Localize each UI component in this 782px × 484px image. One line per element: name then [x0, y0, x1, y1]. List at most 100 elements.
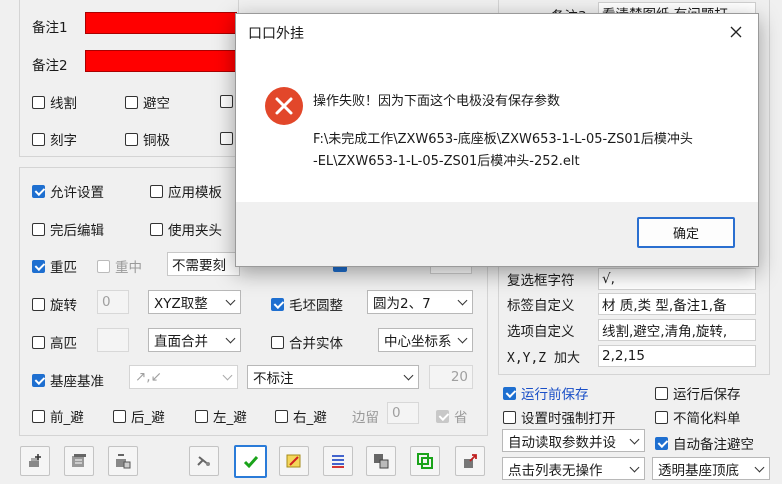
layers-icon: [417, 453, 433, 469]
apply-template-checkbox[interactable]: 应用模板: [150, 181, 222, 201]
no-simplify-checkbox[interactable]: 不简化料单: [655, 407, 741, 427]
base-ref-label: 基座基准: [50, 374, 104, 390]
left-avoid-label: 左_避: [213, 410, 247, 426]
margin-label: 边留: [352, 410, 379, 426]
save-before-label: 运行前保存: [521, 387, 589, 403]
use-clamp-label: 使用夹头: [168, 223, 222, 239]
option-custom-field[interactable]: 线割,避空,清角,旋转,: [598, 319, 756, 341]
face-merge-select[interactable]: 直面合并: [148, 328, 241, 352]
merge-solid-checkbox[interactable]: 合并实体: [271, 332, 343, 352]
properties-button[interactable]: [64, 446, 94, 476]
add-to-list-button[interactable]: [20, 446, 50, 476]
add-to-list-icon: [29, 454, 41, 467]
allow-settings-checkbox[interactable]: 允许设置: [32, 181, 104, 201]
num-20-input[interactable]: 20: [429, 365, 473, 389]
use-clamp-checkbox[interactable]: 使用夹头: [150, 219, 222, 239]
checkbox-char-label: 复选框字符: [507, 273, 575, 289]
click-list-select[interactable]: 点击列表无操作: [502, 457, 645, 480]
option-custom-label: 选项自定义: [507, 324, 575, 340]
force-open-checkbox[interactable]: 设置时强制打开: [503, 407, 616, 427]
hidden-checkbox-1[interactable]: [220, 95, 233, 108]
height-match-checkbox[interactable]: 高匹: [32, 332, 77, 352]
rotate-input[interactable]: 0: [97, 290, 129, 314]
save-after-label: 运行后保存: [673, 387, 741, 403]
auto-note-avoid-label: 自动备注避空: [673, 437, 754, 453]
note1-label: 备注1: [32, 20, 68, 36]
height-match-input[interactable]: [97, 328, 129, 352]
dialog-title: 口口外挂: [248, 26, 304, 42]
arrow-select[interactable]: ↗,↙: [129, 365, 238, 389]
label-custom-field[interactable]: 材 质,类 型,备注1,备: [598, 293, 756, 315]
checkmark-icon: [243, 455, 258, 468]
engrave-label: 刻字: [50, 133, 77, 149]
rotate-checkbox[interactable]: 旋转: [32, 294, 77, 314]
no-simplify-label: 不简化料单: [673, 411, 741, 427]
rematch-checkbox[interactable]: 重匹: [32, 256, 77, 276]
copy-icon: [374, 454, 389, 469]
edit-icon: [286, 454, 301, 468]
arrows-button[interactable]: [189, 446, 219, 476]
apply-template-label: 应用模板: [168, 185, 222, 201]
auto-read-select[interactable]: 自动读取参数并设: [502, 429, 645, 452]
left-avoid-checkbox[interactable]: 左_避: [195, 406, 247, 426]
rotate-label: 旋转: [50, 298, 77, 314]
rematch-label: 重匹: [50, 260, 77, 276]
dialog-path-line2: -EL\ZXW653-1-L-05-ZS01后模冲头-252.elt: [313, 154, 580, 169]
dialog-close-button[interactable]: [714, 14, 758, 50]
front-avoid-checkbox[interactable]: 前_避: [32, 406, 84, 426]
copper-checkbox[interactable]: 铜极: [125, 129, 170, 149]
no-need-field[interactable]: 不需要刻: [167, 252, 240, 276]
save-after-checkbox[interactable]: 运行后保存: [655, 383, 741, 403]
hidden-checkbox-2[interactable]: [220, 132, 233, 145]
confirm-button[interactable]: [234, 445, 267, 478]
checkbox-char-field[interactable]: √,: [598, 268, 756, 290]
layers-button[interactable]: [410, 446, 440, 476]
right-avoid-checkbox[interactable]: 右_避: [275, 406, 327, 426]
xyz-round-select[interactable]: XYZ取整: [148, 290, 241, 314]
xyz-enlarge-field[interactable]: 2,2,15: [598, 345, 756, 367]
edit-button[interactable]: [279, 446, 309, 476]
arrows-icon: [197, 456, 210, 466]
no-mark-select[interactable]: 不标注: [247, 365, 419, 389]
avoid-checkbox[interactable]: 避空: [125, 92, 170, 112]
wire-cut-label: 线割: [50, 96, 77, 112]
align-button[interactable]: [323, 446, 353, 476]
auto-note-avoid-checkbox[interactable]: 自动备注避空: [655, 433, 754, 453]
save-before-checkbox[interactable]: 运行前保存: [503, 383, 589, 403]
note1-field[interactable]: [85, 12, 237, 34]
save-checkbox[interactable]: 省: [436, 406, 468, 426]
xyz-enlarge-label: X,Y,Z 加大: [507, 350, 580, 366]
center-label: 重中: [115, 260, 142, 276]
align-icon: [332, 455, 344, 468]
properties-icon: [72, 454, 86, 467]
error-icon: [265, 87, 303, 125]
force-open-label: 设置时强制打开: [521, 411, 616, 427]
center-coord-select[interactable]: 中心坐标系: [378, 328, 473, 352]
dialog-path-line1: F:\未完成工作\ZXW653-底座板\ZXW653-1-L-05-ZS01后模…: [313, 132, 693, 147]
remove-button[interactable]: [108, 446, 138, 476]
engrave-checkbox[interactable]: 刻字: [32, 129, 77, 149]
edit-after-checkbox[interactable]: 完后编辑: [32, 219, 104, 239]
copy-button[interactable]: [366, 446, 396, 476]
center-checkbox[interactable]: 重中: [97, 256, 142, 276]
blank-round-checkbox[interactable]: 毛坯圆整: [271, 294, 343, 314]
copper-label: 铜极: [143, 133, 170, 149]
allow-settings-label: 允许设置: [50, 185, 104, 201]
front-avoid-label: 前_避: [50, 410, 84, 426]
merge-solid-label: 合并实体: [289, 336, 343, 352]
export-icon: [464, 454, 477, 468]
edit-after-label: 完后编辑: [50, 223, 104, 239]
blank-round-label: 毛坯圆整: [289, 298, 343, 314]
transparent-base-select[interactable]: 透明基座顶底: [652, 457, 770, 480]
export-button[interactable]: [455, 446, 485, 476]
margin-input[interactable]: 0: [387, 402, 419, 424]
close-icon: [730, 26, 742, 38]
wire-cut-checkbox[interactable]: 线割: [32, 92, 77, 112]
round-value-select[interactable]: 圆为2、7: [367, 290, 473, 314]
base-ref-checkbox[interactable]: 基座基准: [32, 370, 104, 390]
note2-field[interactable]: [85, 50, 237, 72]
ok-button[interactable]: 确定: [637, 217, 735, 248]
height-match-label: 高匹: [50, 336, 77, 352]
back-avoid-checkbox[interactable]: 后_避: [113, 406, 165, 426]
back-avoid-label: 后_避: [131, 410, 165, 426]
